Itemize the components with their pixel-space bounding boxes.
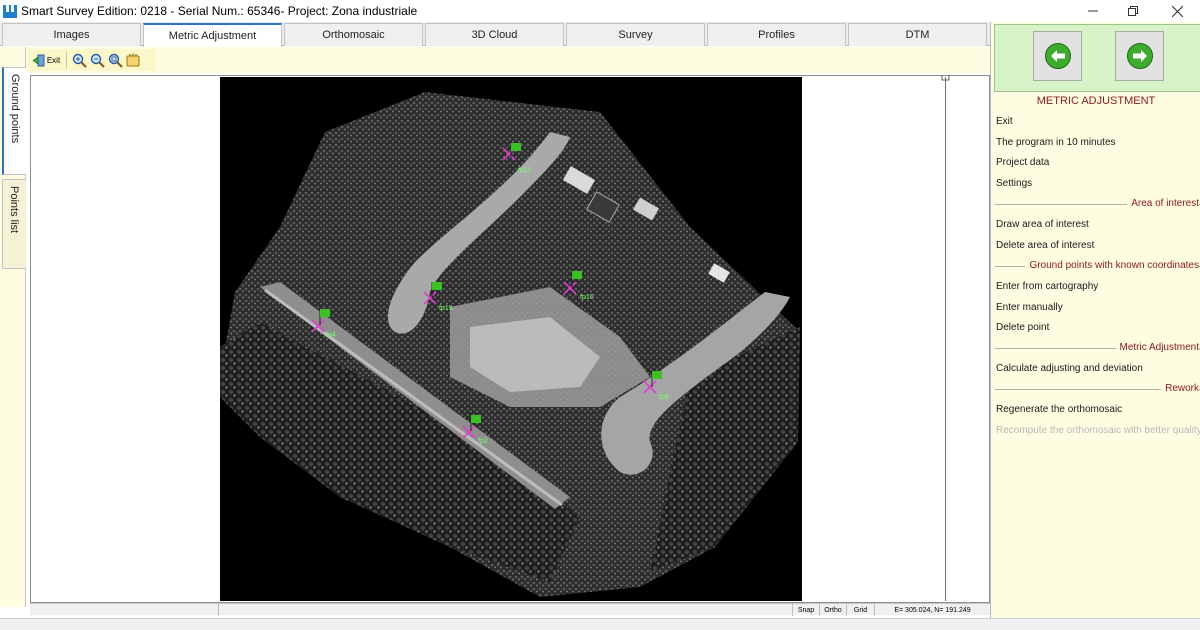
toolbar-separator	[66, 52, 67, 68]
section-rework: Rework	[995, 383, 1200, 395]
svg-text:fp2: fp2	[478, 438, 488, 445]
section-label: Metric Adjustment	[1115, 342, 1199, 353]
section-label: Rework	[1161, 383, 1199, 394]
menu-recompute-orthomosaic: Recompute the orthomosaic with better qu…	[996, 425, 1200, 436]
tab-dtm[interactable]: DTM	[848, 23, 987, 46]
status-bar: Snap Ortho Grid E= 305.024, N= 191.249	[30, 603, 990, 616]
exit-icon	[32, 54, 45, 66]
section-label: Area of interest	[1127, 198, 1199, 209]
tab-points-list[interactable]: Points list	[2, 179, 26, 269]
menu-exit[interactable]: Exit	[996, 116, 1013, 127]
zoom-in-button[interactable]	[72, 51, 87, 69]
svg-text:fp4: fp4	[326, 332, 336, 339]
exit-label: Exit	[46, 55, 61, 65]
forward-button[interactable]	[1115, 31, 1164, 81]
boundary-marker-icon	[941, 75, 950, 81]
menu-draw-area[interactable]: Draw area of interest	[996, 219, 1089, 230]
right-panel: METRIC ADJUSTMENT Exit The program in 10…	[990, 22, 1200, 618]
close-icon	[1171, 5, 1183, 17]
main-tab-bar: Images Metric Adjustment Orthomosaic 3D …	[0, 22, 990, 47]
section-metric-adjustment: Metric Adjustment	[995, 342, 1200, 354]
status-cell-message	[218, 604, 792, 616]
tab-ground-points-label: Ground points	[9, 74, 21, 144]
menu-enter-manually[interactable]: Enter manually	[996, 302, 1063, 313]
tab-metric-adjustment[interactable]: Metric Adjustment	[143, 23, 282, 47]
menu-regenerate-orthomosaic[interactable]: Regenerate the orthomosaic	[996, 404, 1122, 415]
tab-3d-cloud[interactable]: 3D Cloud	[425, 23, 564, 46]
restore-button[interactable]	[1110, 0, 1156, 22]
minimize-icon	[1088, 10, 1098, 12]
svg-text:fp19: fp19	[439, 305, 453, 312]
close-button[interactable]	[1154, 0, 1200, 22]
section-label: Ground points with known coordinates	[1025, 260, 1199, 271]
navigation-box	[994, 24, 1200, 92]
window-title: Smart Survey Edition: 0218 - Serial Num.…	[21, 4, 418, 18]
arrow-left-icon	[1044, 43, 1071, 69]
arrow-right-icon	[1126, 43, 1153, 69]
ortho-toggle[interactable]: Ortho	[819, 604, 846, 616]
tab-survey[interactable]: Survey	[566, 23, 705, 46]
status-cell-empty	[30, 604, 218, 616]
menu-delete-area[interactable]: Delete area of interest	[996, 240, 1094, 251]
toolbar-group: Exit	[28, 49, 156, 71]
tab-profiles[interactable]: Profiles	[707, 23, 846, 46]
pan-hand-icon	[126, 53, 140, 66]
section-area-of-interest: Area of interest	[995, 198, 1200, 210]
back-button[interactable]	[1033, 31, 1082, 81]
svg-text:fp16: fp16	[580, 294, 594, 301]
grid-toggle[interactable]: Grid	[846, 604, 874, 616]
pan-button[interactable]	[126, 51, 141, 69]
menu-enter-from-cartography[interactable]: Enter from cartography	[996, 281, 1098, 292]
toolbar: Exit	[26, 47, 990, 73]
svg-text:fp8: fp8	[659, 394, 669, 401]
app-logo-icon	[3, 3, 17, 18]
menu-delete-point[interactable]: Delete point	[996, 322, 1049, 333]
tab-images[interactable]: Images	[2, 23, 141, 46]
aerial-orthomosaic: fp11 fp19 fp16 fp4 fp8 fp2	[220, 92, 800, 597]
menu-settings[interactable]: Settings	[996, 178, 1032, 189]
title-bar: Smart Survey Edition: 0218 - Serial Num.…	[0, 0, 1200, 22]
orthophoto-view[interactable]: fp11 fp19 fp16 fp4 fp8 fp2	[220, 77, 802, 601]
tab-orthomosaic[interactable]: Orthomosaic	[284, 23, 423, 46]
restore-icon	[1128, 6, 1138, 16]
svg-text:fp11: fp11	[518, 167, 531, 174]
side-tab-bar: Ground points Points list	[0, 47, 26, 607]
zoom-out-icon	[90, 53, 105, 68]
menu-program-in-10-minutes[interactable]: The program in 10 minutes	[996, 137, 1116, 148]
menu-project-data[interactable]: Project data	[996, 157, 1049, 168]
panel-title: METRIC ADJUSTMENT	[1036, 95, 1156, 107]
menu-calculate-adjusting[interactable]: Calculate adjusting and deviation	[996, 363, 1143, 374]
tab-ground-points[interactable]: Ground points	[2, 67, 26, 175]
tab-points-list-label: Points list	[8, 186, 20, 234]
zoom-extent-icon	[108, 53, 123, 68]
coordinate-readout: E= 305.024, N= 191.249	[874, 604, 990, 616]
snap-toggle[interactable]: Snap	[792, 604, 819, 616]
map-canvas[interactable]: fp11 fp19 fp16 fp4 fp8 fp2	[30, 75, 990, 603]
zoom-extent-button[interactable]	[108, 51, 123, 69]
canvas-boundary-line	[945, 77, 946, 601]
zoom-out-button[interactable]	[90, 51, 105, 69]
section-ground-points: Ground points with known coordinates	[995, 260, 1200, 272]
exit-button[interactable]: Exit	[31, 51, 61, 69]
zoom-in-icon	[72, 53, 87, 68]
window-bottom-edge	[0, 618, 1200, 630]
